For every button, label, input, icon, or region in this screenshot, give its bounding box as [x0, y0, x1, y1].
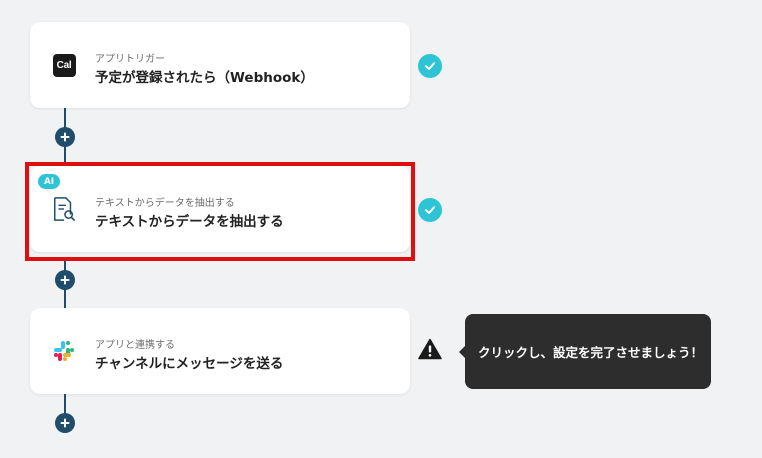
step-subtitle: アプリと連携する	[95, 340, 175, 351]
highlight-frame	[25, 162, 415, 261]
add-step-button[interactable]	[55, 413, 75, 433]
setup-tooltip: クリックし、設定を完了させましょう！	[459, 314, 711, 389]
ai-badge: AI	[38, 174, 60, 189]
step-title: 予定が登録されたら（Webhook）	[95, 70, 314, 86]
check-icon	[418, 54, 442, 78]
check-icon	[418, 198, 442, 222]
step-title: チャンネルにメッセージを送る	[95, 356, 284, 372]
tooltip-text: クリックし、設定を完了させましょう！	[478, 345, 704, 360]
warning-icon	[418, 338, 442, 360]
step-card-slack[interactable]: アプリと連携する チャンネルにメッセージを送る	[30, 308, 410, 394]
add-step-button[interactable]	[55, 270, 75, 290]
step-card-trigger[interactable]: Cal アプリトリガー 予定が登録されたら（Webhook）	[30, 22, 410, 108]
slack-icon	[52, 339, 76, 363]
cal-logo-icon: Cal	[52, 53, 76, 77]
step-subtitle: アプリトリガー	[95, 54, 165, 65]
add-step-button[interactable]	[55, 127, 75, 147]
